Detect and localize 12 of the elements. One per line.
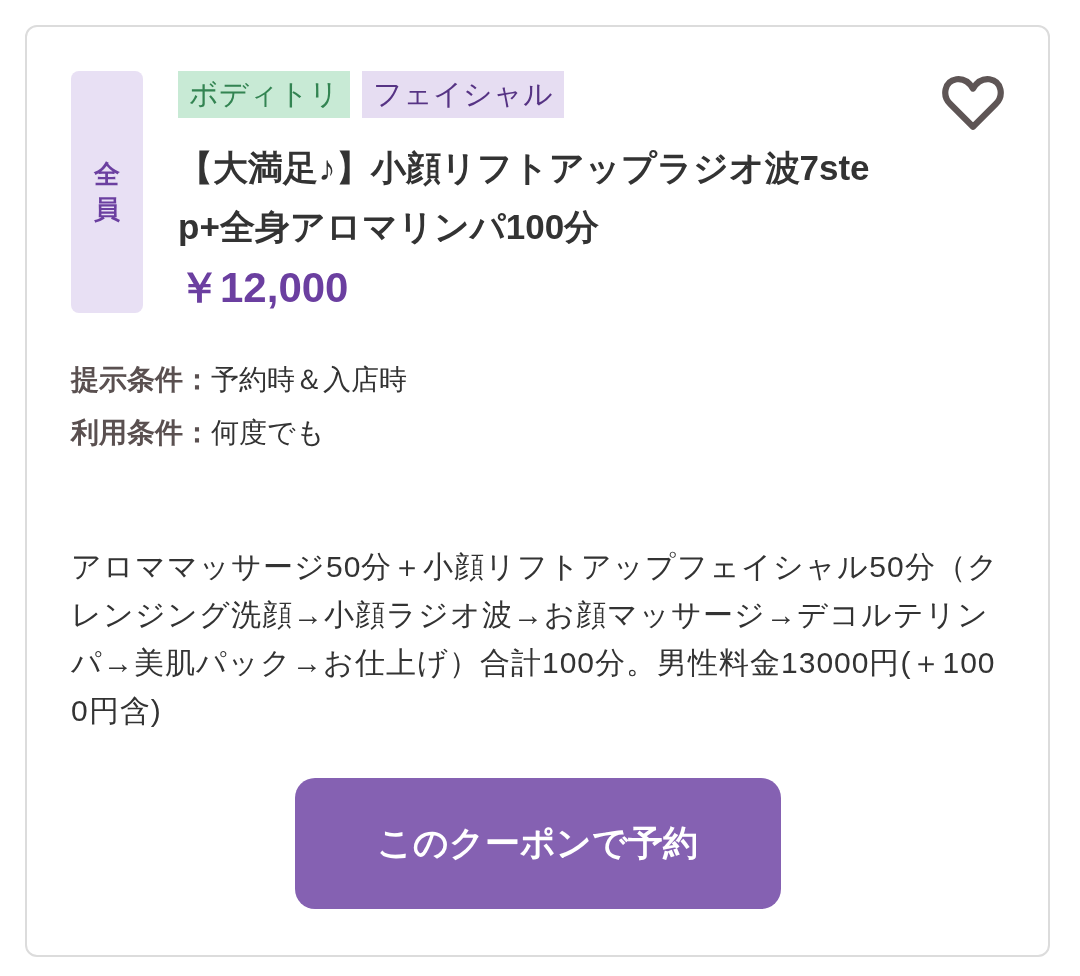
coupon-price: ￥12,000: [178, 263, 350, 313]
coupon-description: アロママッサージ50分＋小顔リフトアップフェイシャル50分（クレンジング洗顔→小顔ラジオ波→お顔マッサージ→デコルテリンパ→美肌パック→お仕上げ）合計100分。男性料金13000円(＋1000円含): [71, 549, 1000, 729]
condition-value: 予約時＆入店時: [211, 364, 407, 395]
category-tag: ボディトリ: [178, 71, 350, 118]
condition-label: 利用条件：: [71, 417, 211, 448]
category-tag: フェイシャル: [362, 71, 564, 118]
heart-icon[interactable]: [942, 75, 1004, 131]
audience-badge: 全員: [71, 71, 143, 313]
coupon-title: 【大満足♪】小顔リフトアップラジオ波7step+全身アロマリンパ100分: [178, 147, 871, 248]
reserve-button[interactable]: このクーポンで予約: [294, 778, 781, 909]
condition-label: 提示条件：: [71, 364, 211, 395]
condition-value: 何度でも: [211, 417, 325, 448]
